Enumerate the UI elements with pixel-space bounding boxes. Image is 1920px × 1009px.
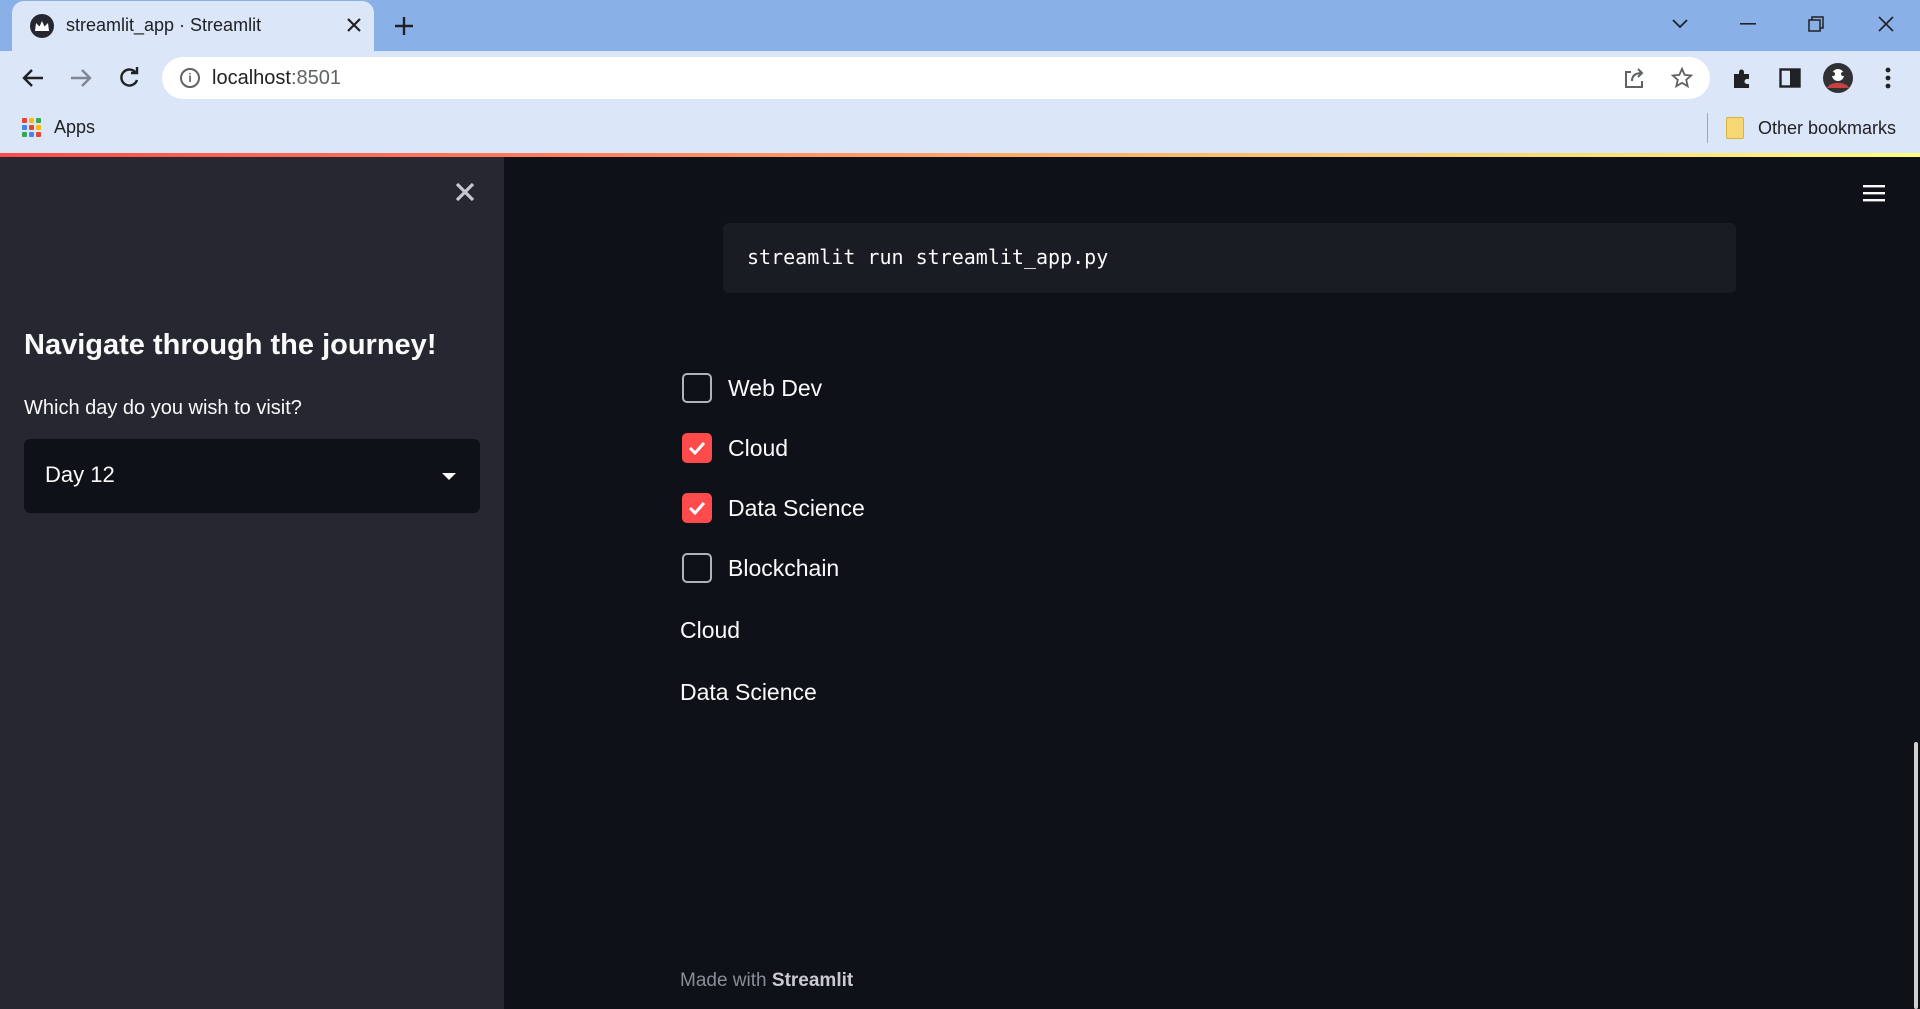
checkbox-label: Blockchain — [728, 554, 840, 581]
sidebar-title: Navigate through the journey! — [24, 329, 437, 361]
browser-tabstrip: streamlit_app · Streamlit — [0, 0, 1920, 51]
restore-icon[interactable] — [1796, 6, 1836, 42]
checkbox-label: Cloud — [728, 434, 789, 461]
apps-grid-icon — [22, 117, 42, 138]
new-tab-icon[interactable] — [388, 10, 420, 42]
address-bar[interactable]: i localhost:8501 — [162, 57, 1710, 99]
streamlit-crown-icon — [30, 14, 54, 38]
output-data-science: Data Science — [680, 679, 817, 705]
checkbox-label: Data Science — [728, 494, 865, 521]
checkbox-cloud[interactable]: Cloud — [682, 433, 788, 463]
footer: Made with Streamlit — [680, 970, 853, 992]
bookmark-apps-label: Apps — [54, 117, 96, 137]
footer-prefix: Made with — [680, 970, 767, 991]
share-icon[interactable] — [1622, 66, 1646, 90]
side-panel-icon[interactable] — [1774, 62, 1806, 94]
bookmark-other-label: Other bookmarks — [1758, 117, 1897, 138]
checkbox-box[interactable] — [682, 553, 712, 583]
code-text: streamlit run streamlit_app.py — [747, 245, 1109, 269]
kebab-menu-icon[interactable] — [1872, 62, 1904, 94]
caret-down-icon — [442, 473, 456, 480]
output-cloud: Cloud — [680, 617, 741, 643]
forward-arrow-icon[interactable] — [64, 61, 98, 95]
checkmark-icon — [688, 501, 706, 515]
select-value: Day 12 — [45, 462, 115, 487]
checkbox-box[interactable] — [682, 433, 712, 463]
address-url: localhost:8501 — [212, 67, 341, 89]
tab-title: streamlit_app · Streamlit — [66, 15, 262, 35]
close-window-icon[interactable] — [1866, 6, 1906, 42]
checkbox-data-science[interactable]: Data Science — [682, 493, 865, 523]
extensions-icon[interactable] — [1726, 62, 1758, 94]
minimize-icon[interactable] — [1728, 6, 1768, 42]
select-label: Which day do you wish to visit? — [24, 397, 302, 419]
reload-icon[interactable] — [112, 61, 146, 95]
back-arrow-icon[interactable] — [16, 61, 50, 95]
scrollbar-thumb[interactable] — [1914, 742, 1918, 1009]
checkbox-box[interactable] — [682, 493, 712, 523]
bookmarks-divider — [1707, 113, 1708, 143]
footer-streamlit-link[interactable]: Streamlit — [772, 970, 853, 991]
checkbox-label: Web Dev — [728, 374, 823, 401]
main-content: streamlit run streamlit_app.py Web Dev C… — [504, 157, 1920, 1009]
checkbox-blockchain[interactable]: Blockchain — [682, 553, 839, 583]
star-icon[interactable] — [1670, 66, 1694, 90]
checkmark-icon — [688, 441, 706, 455]
profile-avatar[interactable] — [1822, 62, 1854, 94]
checkbox-box[interactable] — [682, 373, 712, 403]
hamburger-menu-icon[interactable] — [1858, 177, 1890, 209]
tab-search-chevron-icon[interactable] — [1660, 6, 1700, 42]
bookmark-other[interactable]: Other bookmarks — [1726, 117, 1896, 139]
browser-toolbar: i localhost:8501 — [0, 51, 1920, 105]
site-info-icon[interactable]: i — [180, 68, 200, 88]
bookmark-apps[interactable]: Apps — [22, 117, 95, 138]
browser-tab[interactable]: streamlit_app · Streamlit — [12, 1, 374, 51]
code-block: streamlit run streamlit_app.py — [723, 223, 1736, 293]
checkbox-web-dev[interactable]: Web Dev — [682, 373, 822, 403]
day-selectbox[interactable]: Day 12 — [24, 439, 480, 513]
bookmarks-bar: Apps Other bookmarks — [0, 105, 1920, 153]
sidebar: Navigate through the journey! Which day … — [0, 157, 504, 1009]
tab-close-icon[interactable] — [342, 13, 366, 37]
scrollbar[interactable] — [1910, 157, 1920, 1009]
folder-icon — [1726, 117, 1744, 139]
close-x-icon[interactable] — [452, 179, 478, 205]
